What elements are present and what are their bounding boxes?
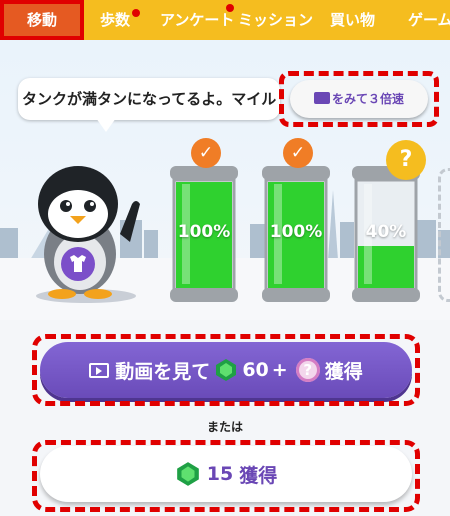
check-icon: ✓ — [283, 138, 313, 168]
notification-dot — [132, 9, 140, 17]
speech-bubble: タンクが満タンになってるよ。マイル — [18, 78, 280, 120]
tab-mission[interactable]: ミッション — [238, 0, 313, 40]
tank-percentage: 100% — [177, 222, 231, 242]
top-nav: 移動 歩数 アンケート ミッション 買い物 ゲーム — [0, 0, 450, 40]
tank-percentage: 40% — [365, 222, 407, 242]
speech-bubble-tail — [96, 118, 116, 132]
tank-2: 100% — [258, 164, 334, 304]
penguin-mascot — [36, 166, 140, 303]
check-icon: ✓ — [191, 138, 221, 168]
highlight-frame — [32, 440, 420, 512]
highlight-frame — [32, 334, 420, 406]
tank-percentage: 100% — [269, 222, 323, 242]
tab-game[interactable]: ゲーム — [408, 0, 450, 40]
tab-steps[interactable]: 歩数 — [100, 0, 130, 40]
tab-move[interactable]: 移動 — [0, 0, 84, 40]
tab-survey[interactable]: アンケート — [160, 0, 234, 40]
tank-3: 40% — [348, 164, 424, 304]
tab-shopping[interactable]: 買い物 — [330, 0, 375, 40]
or-separator: または — [206, 420, 243, 434]
notification-dot — [226, 4, 234, 12]
highlight-frame — [279, 71, 439, 127]
tank-1: 100% — [166, 164, 242, 304]
question-icon: ? — [386, 140, 426, 180]
tank-scene: タンクが満タンになってるよ。マイル をみて３倍速 100% ✓ 100% ✓ 4… — [0, 40, 450, 320]
message-text: タンクが満タンになってるよ。マイル — [22, 90, 277, 108]
locked-tank-outline — [438, 168, 450, 302]
